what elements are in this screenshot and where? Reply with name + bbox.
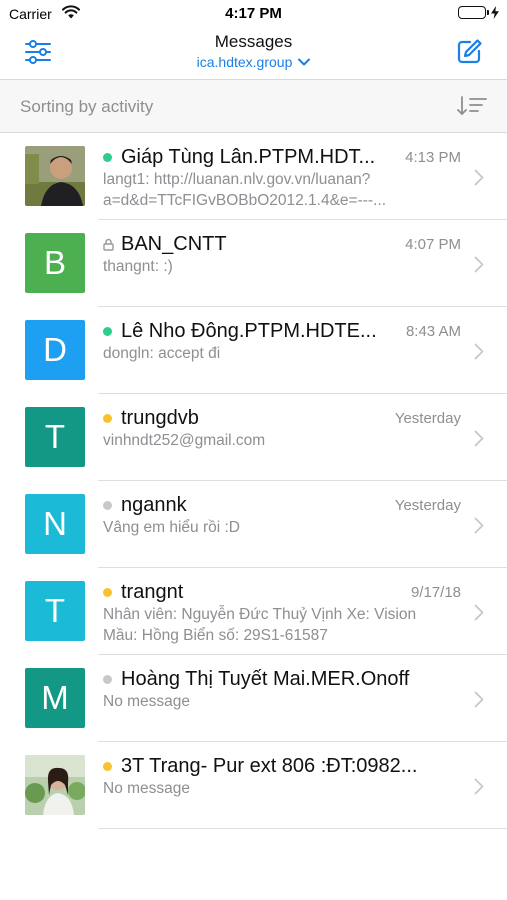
contact-name: ngannk bbox=[121, 493, 187, 516]
account-label: ica.hdtex.group bbox=[196, 54, 293, 70]
conversation-row[interactable]: D Lê Nho Đông.PTPM.HDTE... 8:43 AM dongl… bbox=[0, 307, 507, 394]
timestamp: 4:07 PM bbox=[405, 235, 461, 253]
sort-order-button[interactable] bbox=[457, 95, 487, 117]
conversation-row[interactable]: B BAN_CNTT 4:07 PM thangnt: :) bbox=[0, 220, 507, 307]
chevron-down-icon bbox=[298, 58, 311, 66]
online-status-dot bbox=[103, 152, 112, 162]
compose-button[interactable] bbox=[455, 38, 483, 66]
contact-name: Giáp Tùng Lân.PTPM.HDT... bbox=[121, 145, 376, 168]
avatar-letter: T bbox=[25, 407, 85, 467]
timestamp: Yesterday bbox=[394, 409, 461, 427]
chevron-right-icon bbox=[474, 517, 484, 534]
contact-name: trungdvb bbox=[121, 406, 199, 429]
sort-label: Sorting by activity bbox=[20, 97, 154, 116]
contact-name: 3T Trang- Pur ext 806 :ĐT:0982... bbox=[121, 754, 418, 777]
message-preview: Nhân viên: Nguyễn Đức Thuỷ Vịnh Xe: Visi… bbox=[103, 606, 417, 644]
page-title: Messages bbox=[214, 32, 293, 51]
message-preview: vinhndt252@gmail.com bbox=[103, 432, 266, 449]
contact-name: Hoàng Thị Tuyết Mai.MER.Onoff bbox=[121, 667, 410, 690]
contact-name: trangnt bbox=[121, 580, 184, 603]
message-preview: langt1: http://luanan.nlv.gov.vn/luanan?… bbox=[103, 171, 387, 209]
message-preview: dongln: accept đi bbox=[103, 345, 221, 362]
conversation-row[interactable]: N ngannk Yesterday Vâng em hiểu rồi :D bbox=[0, 481, 507, 568]
compose-icon bbox=[457, 39, 482, 64]
timestamp: 9/17/18 bbox=[410, 583, 461, 601]
avatar-photo bbox=[25, 755, 85, 815]
avatar-letter: T bbox=[25, 581, 85, 641]
timestamp: 4:13 PM bbox=[405, 148, 461, 166]
battery-icon bbox=[458, 6, 499, 19]
chevron-right-icon bbox=[474, 778, 484, 795]
conversation-list: Giáp Tùng Lân.PTPM.HDT... 4:13 PM langt1… bbox=[0, 133, 507, 829]
conversation-row[interactable]: T trungdvb Yesterday vinhndt252@gmail.co… bbox=[0, 394, 507, 481]
sort-icon bbox=[457, 96, 487, 115]
chevron-right-icon bbox=[474, 430, 484, 447]
status-bar: Carrier 4:17 PM bbox=[0, 0, 507, 26]
wifi-icon bbox=[62, 5, 80, 24]
conversation-row[interactable]: 3T Trang- Pur ext 806 :ĐT:0982... No mes… bbox=[0, 742, 507, 829]
conversation-row[interactable]: M Hoàng Thị Tuyết Mai.MER.Onoff No messa… bbox=[0, 655, 507, 742]
carrier-label: Carrier bbox=[9, 6, 52, 22]
message-preview: No message bbox=[103, 693, 191, 710]
conversation-row[interactable]: T trangnt 9/17/18 Nhân viên: Nguyễn Đức … bbox=[0, 568, 507, 655]
avatar-photo bbox=[25, 146, 85, 206]
avatar-letter: M bbox=[25, 668, 85, 728]
offline-status-dot bbox=[103, 500, 112, 510]
chevron-right-icon bbox=[474, 256, 484, 273]
avatar-letter: B bbox=[25, 233, 85, 293]
offline-status-dot bbox=[103, 674, 112, 684]
navigation-bar: Messages ica.hdtex.group bbox=[0, 26, 507, 80]
chevron-right-icon bbox=[474, 169, 484, 186]
account-switcher[interactable]: ica.hdtex.group bbox=[197, 54, 311, 70]
message-preview: No message bbox=[103, 780, 191, 797]
contact-name: Lê Nho Đông.PTPM.HDTE... bbox=[121, 319, 377, 342]
avatar-letter: N bbox=[25, 494, 85, 554]
away-status-dot bbox=[103, 413, 112, 423]
timestamp: 8:43 AM bbox=[405, 322, 461, 340]
sort-bar: Sorting by activity bbox=[0, 80, 507, 133]
chevron-right-icon bbox=[474, 691, 484, 708]
chevron-right-icon bbox=[474, 604, 484, 621]
message-preview: Vâng em hiểu rồi :D bbox=[103, 519, 240, 536]
avatar-letter: D bbox=[25, 320, 85, 380]
away-status-dot bbox=[103, 587, 112, 597]
group-name: BAN_CNTT bbox=[121, 232, 227, 255]
timestamp: Yesterday bbox=[394, 496, 461, 514]
lock-icon bbox=[103, 238, 114, 251]
online-status-dot bbox=[103, 326, 112, 336]
away-status-dot bbox=[103, 761, 112, 771]
conversation-row[interactable]: Giáp Tùng Lân.PTPM.HDT... 4:13 PM langt1… bbox=[0, 133, 507, 220]
chevron-right-icon bbox=[474, 343, 484, 360]
message-preview: thangnt: :) bbox=[103, 258, 173, 275]
